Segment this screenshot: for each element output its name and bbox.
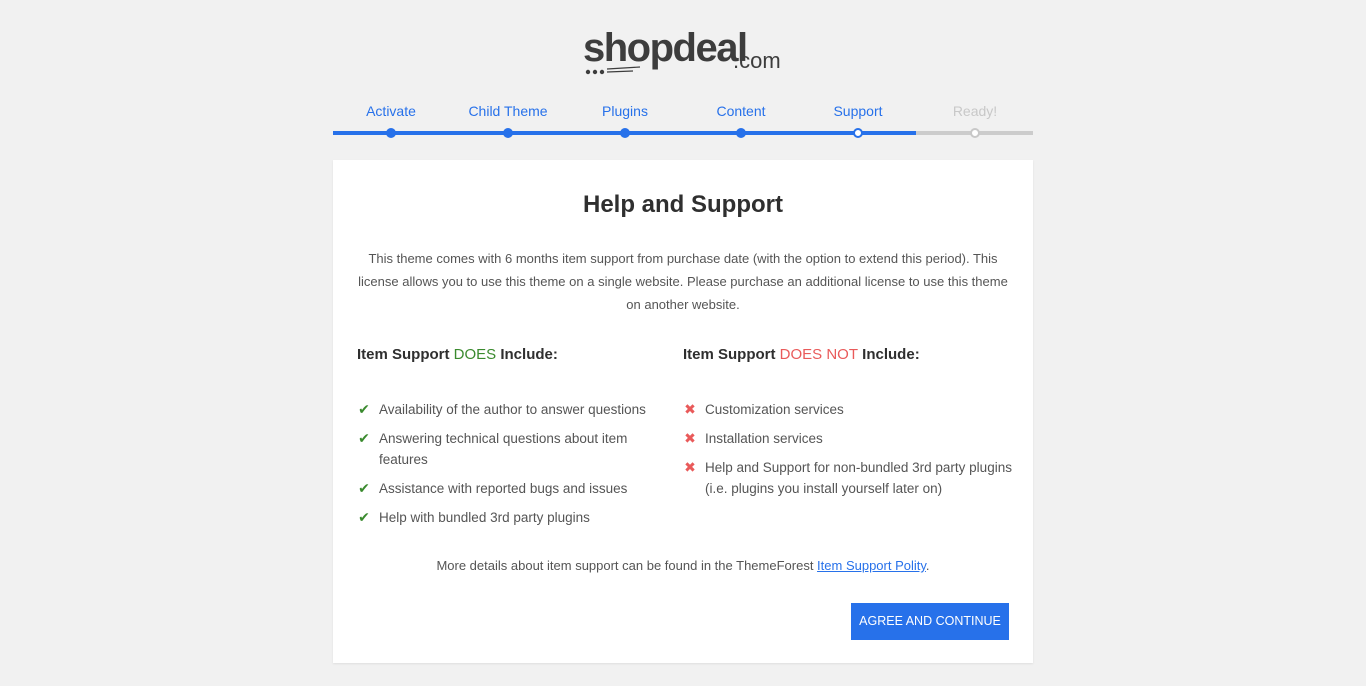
include-item-text: Availability of the author to answer que… bbox=[379, 402, 646, 417]
step-content-dot bbox=[736, 128, 746, 138]
excludes-heading-suffix: Include: bbox=[858, 346, 920, 363]
excludes-heading: Item Support DOES NOT Include: bbox=[683, 344, 1013, 366]
check-icon: ✔ bbox=[358, 509, 370, 525]
excludes-heading-prefix: Item Support bbox=[683, 346, 780, 363]
logo-speed-lines-icon bbox=[585, 66, 641, 75]
setup-steps: Activate Child Theme Plugins Content Sup… bbox=[333, 100, 1033, 140]
list-item: ✔ Help with bundled 3rd party plugins bbox=[357, 507, 667, 528]
excludes-column: Item Support DOES NOT Include: ✖ Customiz… bbox=[683, 344, 1013, 496]
include-item-text: Assistance with reported bugs and issues bbox=[379, 481, 628, 496]
exclude-item-text: Installation services bbox=[705, 431, 823, 446]
excludes-list: ✖ Customization services ✖ Installation se… bbox=[683, 399, 1013, 507]
step-child-theme-dot bbox=[503, 128, 513, 138]
check-icon: ✔ bbox=[358, 430, 370, 446]
shopdeal-logo[interactable]: shopdeal .com bbox=[583, 26, 793, 78]
step-ready-dot bbox=[970, 128, 980, 138]
footnote-text: More details about item support can be f… bbox=[436, 558, 818, 573]
support-card: Help and Support This theme comes with 6… bbox=[333, 160, 1033, 663]
include-item-text: Answering technical questions about item… bbox=[379, 431, 628, 467]
cross-icon: ✖ bbox=[684, 459, 696, 475]
step-activate-dot bbox=[386, 128, 396, 138]
check-icon: ✔ bbox=[358, 401, 370, 417]
includes-heading-highlight: DOES bbox=[453, 346, 497, 363]
includes-heading: Item Support DOES Include: bbox=[357, 344, 667, 366]
footnote-end: . bbox=[925, 558, 930, 573]
support-intro-text: This theme comes with 6 months item supp… bbox=[358, 251, 1008, 312]
list-item: ✖ Customization services bbox=[683, 399, 1013, 420]
item-support-policy-link[interactable]: Item Support Polity bbox=[817, 558, 926, 573]
includes-heading-suffix: Include: bbox=[496, 346, 558, 363]
page-title: Help and Support bbox=[583, 191, 783, 218]
exclude-item-text: Customization services bbox=[705, 402, 844, 417]
list-item: ✖ Installation services bbox=[683, 428, 1013, 449]
support-footnote: More details about item support can be f… bbox=[333, 556, 1033, 576]
step-plugins-dot bbox=[620, 128, 630, 138]
excludes-heading-highlight: DOES NOT bbox=[779, 346, 859, 363]
cross-icon: ✖ bbox=[684, 401, 696, 417]
agree-and-continue-button[interactable]: AGREE AND CONTINUE bbox=[851, 603, 1009, 640]
step-ready-label: Ready! bbox=[952, 103, 998, 119]
list-item: ✔ Availability of the author to answer qu… bbox=[357, 399, 667, 420]
exclude-item-text: Help and Support for non-bundled 3rd par… bbox=[705, 460, 1012, 496]
list-item: ✔ Assistance with reported bugs and issue… bbox=[357, 478, 667, 499]
includes-heading-prefix: Item Support bbox=[357, 346, 454, 363]
include-item-text: Help with bundled 3rd party plugins bbox=[379, 510, 590, 525]
step-support-dot bbox=[853, 128, 863, 138]
includes-list: ✔ Availability of the author to answer qu… bbox=[357, 399, 667, 536]
cross-icon: ✖ bbox=[684, 430, 696, 446]
logo-tld: .com bbox=[733, 48, 781, 73]
list-item: ✖ Help and Support for non-bundled 3rd pa… bbox=[683, 457, 1013, 499]
check-icon: ✔ bbox=[358, 480, 370, 496]
list-item: ✔ Answering technical questions about ite… bbox=[357, 428, 667, 470]
includes-column: Item Support DOES Include: ✔ Availability… bbox=[357, 344, 667, 525]
